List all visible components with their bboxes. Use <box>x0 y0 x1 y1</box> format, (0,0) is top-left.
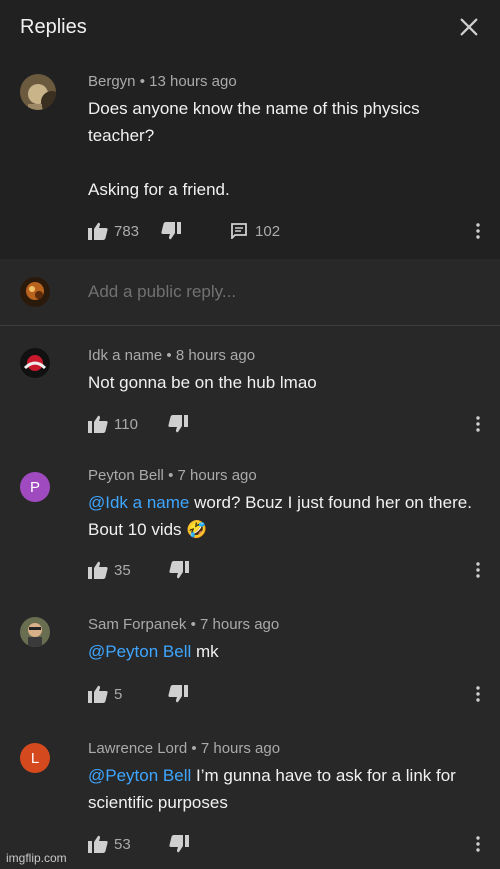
thumbs-down-icon <box>169 561 189 579</box>
comment-body: mk <box>191 642 219 661</box>
comment-text: @Peyton Bell mk <box>88 638 480 665</box>
more-options-icon[interactable] <box>476 836 480 852</box>
timestamp: 7 hours ago <box>177 467 257 484</box>
thumbs-down-icon <box>169 835 189 853</box>
comment-meta: Lawrence Lord • 7 hours ago <box>88 740 480 758</box>
mention-link[interactable]: @Peyton Bell <box>88 766 191 785</box>
timestamp: 13 hours ago <box>149 73 237 90</box>
watermark: imgflip.com <box>6 851 67 865</box>
reply-actions: 5 <box>88 682 480 706</box>
reply-actions: 35 <box>88 558 480 582</box>
thumbs-up-icon <box>88 561 108 579</box>
meta-separator: • <box>139 73 145 90</box>
like-button[interactable]: 5 <box>88 685 122 703</box>
meta-separator: • <box>190 616 196 633</box>
avatar[interactable]: L <box>20 743 50 773</box>
meta-separator: • <box>168 467 174 484</box>
thumbs-up-icon <box>88 415 108 433</box>
comment-meta: Peyton Bell • 7 hours ago <box>88 467 480 485</box>
more-options-icon[interactable] <box>476 562 480 578</box>
dislike-button[interactable] <box>169 835 189 853</box>
like-button[interactable]: 783 <box>88 222 139 240</box>
thumbs-down-icon <box>168 685 189 703</box>
list-item: Idk a name • 8 hours ago Not gonna be on… <box>0 347 500 396</box>
author-name[interactable]: Idk a name <box>88 347 162 364</box>
avatar <box>20 277 50 307</box>
avatar-letter: L <box>30 749 40 767</box>
more-options-icon[interactable] <box>476 223 480 239</box>
thumbs-up-icon <box>88 685 108 703</box>
list-item: L Lawrence Lord • 7 hours ago @Peyton Be… <box>0 740 500 816</box>
reply-actions: 53 <box>88 832 480 856</box>
like-count: 53 <box>114 835 131 853</box>
reply-count: 102 <box>255 222 281 240</box>
mention-link[interactable]: @Peyton Bell <box>88 642 191 661</box>
comment-text: @Idk a name word? Bcuz I just found her … <box>88 489 480 543</box>
reply-input-row: Add a public reply... <box>0 259 500 326</box>
dislike-button[interactable] <box>168 415 188 433</box>
comment-meta: Sam Forpanek • 7 hours ago <box>88 616 480 634</box>
timestamp: 8 hours ago <box>175 347 256 364</box>
page-title: Replies <box>20 15 87 38</box>
mention-link[interactable]: @Idk a name <box>88 493 189 512</box>
like-count: 35 <box>114 561 131 579</box>
timestamp: 7 hours ago <box>200 740 281 757</box>
avatar[interactable] <box>20 617 50 647</box>
thumbs-up-icon <box>88 222 108 240</box>
reply-count-button[interactable]: 102 <box>231 223 280 240</box>
like-button[interactable]: 35 <box>88 561 131 579</box>
like-button[interactable]: 110 <box>88 415 138 433</box>
list-item: P Peyton Bell • 7 hours ago @Idk a name … <box>0 467 500 543</box>
more-options-icon[interactable] <box>476 416 480 432</box>
dislike-button[interactable] <box>168 685 189 703</box>
like-button[interactable]: 53 <box>88 835 131 853</box>
reply-input[interactable]: Add a public reply... <box>88 282 236 302</box>
comment-body: Not gonna be on the hub lmao <box>88 373 317 392</box>
parent-actions: 783 102 <box>88 219 480 243</box>
like-count: 110 <box>114 415 138 433</box>
timestamp: 7 hours ago <box>200 616 280 633</box>
author-name[interactable]: Peyton Bell <box>88 467 164 484</box>
thumbs-down-icon <box>161 222 182 240</box>
avatar[interactable] <box>20 348 50 378</box>
meta-separator: • <box>166 347 172 364</box>
thumbs-down-icon <box>168 415 188 433</box>
comment-text: Not gonna be on the hub lmao <box>88 369 480 396</box>
author-name[interactable]: Sam Forpanek <box>88 616 186 633</box>
avatar[interactable]: P <box>20 472 50 502</box>
dislike-button[interactable] <box>161 222 182 240</box>
avatar[interactable] <box>20 74 56 110</box>
reply-actions: 110 <box>88 412 480 436</box>
thumbs-up-icon <box>88 835 108 853</box>
comment-text: @Peyton Bell I’m gunna have to ask for a… <box>88 762 480 816</box>
meta-separator: • <box>191 740 197 757</box>
like-count: 783 <box>114 222 140 240</box>
more-options-icon[interactable] <box>476 686 480 702</box>
replies-header: Replies <box>0 0 500 54</box>
author-name[interactable]: Bergyn <box>88 73 136 90</box>
comment-meta: Idk a name • 8 hours ago <box>88 347 480 365</box>
like-count: 5 <box>114 685 123 703</box>
close-icon[interactable] <box>458 16 480 38</box>
author-name[interactable]: Lawrence Lord <box>88 740 187 757</box>
comment-text: Does anyone know the name of this physic… <box>88 99 420 199</box>
list-item: Sam Forpanek • 7 hours ago @Peyton Bell … <box>0 616 500 665</box>
avatar-letter: P <box>29 478 40 496</box>
dislike-button[interactable] <box>169 561 189 579</box>
comment-meta: Bergyn • 13 hours ago <box>88 73 480 91</box>
comment-icon <box>231 223 247 239</box>
